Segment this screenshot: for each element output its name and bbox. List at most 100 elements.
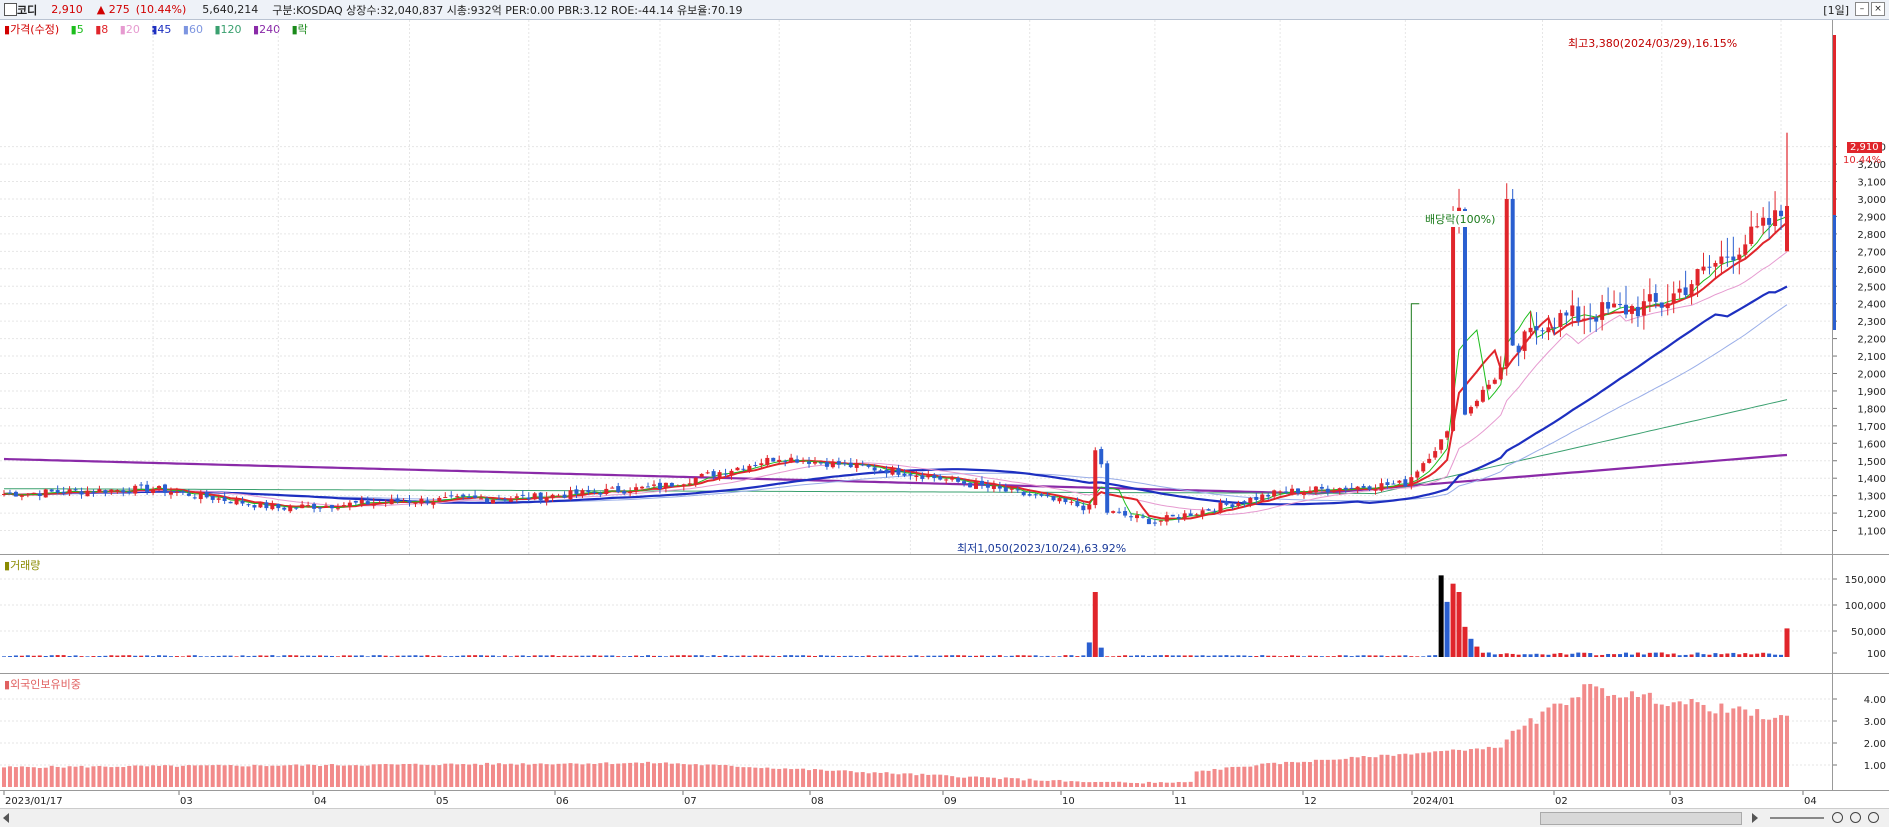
candle-body <box>812 461 817 464</box>
foreign-bar <box>1135 783 1140 787</box>
foreign-bar <box>455 764 460 787</box>
candle-body <box>878 470 883 472</box>
foreign-bar <box>1111 781 1116 787</box>
candle-body <box>789 457 794 463</box>
candle-body <box>502 499 507 501</box>
foreign-bar <box>1540 711 1545 787</box>
candle-body <box>1194 514 1199 516</box>
volume-bar <box>276 656 281 657</box>
candle-body <box>1099 449 1104 465</box>
foreign-bar <box>1278 764 1283 787</box>
scroll-right-arrow-icon[interactable] <box>1752 813 1758 823</box>
volume-bar <box>341 655 346 657</box>
candle-body <box>252 505 257 508</box>
candle-body <box>168 492 173 495</box>
volume-bar <box>37 655 42 657</box>
foreign-chart[interactable] <box>0 674 1832 790</box>
candle-body <box>681 484 686 487</box>
foreign-bar <box>628 762 633 787</box>
foreign-bar <box>180 765 185 787</box>
foreign-bar <box>490 764 495 787</box>
minimize-icon[interactable]: – <box>1855 2 1869 16</box>
candle-body <box>1582 318 1587 321</box>
candle-body <box>1588 318 1593 320</box>
candle-body <box>1355 486 1360 490</box>
volume-bar <box>580 655 585 657</box>
volume-bar <box>1427 655 1432 657</box>
foreign-bar <box>216 764 221 787</box>
foreign-bar <box>681 764 686 787</box>
zoom-reset-icon[interactable] <box>1868 812 1879 823</box>
candle-body <box>1224 501 1229 505</box>
volume-bar <box>640 656 645 657</box>
candle-body <box>508 498 513 502</box>
candle-body <box>628 492 633 494</box>
candle-body <box>1439 439 1444 450</box>
volume-bar <box>1337 655 1342 657</box>
candle-body <box>1266 494 1271 497</box>
price-chart[interactable] <box>0 20 1832 554</box>
scroll-thumb[interactable] <box>1540 812 1742 825</box>
zoom-out-icon[interactable] <box>1832 812 1843 823</box>
zoom-in-icon[interactable] <box>1850 812 1861 823</box>
candle-body <box>1433 451 1438 458</box>
candle-body <box>944 479 949 481</box>
select-checkbox[interactable] <box>4 3 17 16</box>
candle-body <box>1462 209 1467 415</box>
volume-bar <box>1677 655 1682 657</box>
foreign-bar <box>1260 763 1265 787</box>
candle-body <box>687 483 692 485</box>
volume-bar <box>467 655 472 657</box>
volume-bar <box>669 655 674 657</box>
foreign-bar <box>1701 704 1706 787</box>
ma120-line <box>4 399 1788 495</box>
candle-body <box>1367 486 1372 490</box>
volume-bar <box>228 655 233 657</box>
volume-chart[interactable] <box>0 555 1832 673</box>
foreign-bar <box>1641 694 1646 787</box>
foreign-bar <box>258 765 263 787</box>
volume-bar <box>944 655 949 657</box>
volume-bar <box>1594 655 1599 657</box>
foreign-bar <box>962 777 967 787</box>
foreign-bar <box>1707 711 1712 787</box>
candle-body <box>920 475 925 479</box>
candle-body <box>163 484 168 493</box>
foreign-bar <box>622 763 627 787</box>
foreign-bar <box>377 764 382 787</box>
foreign-bar <box>145 766 150 787</box>
period-button[interactable]: [1일] <box>1823 2 1849 18</box>
candle-body <box>1015 489 1020 491</box>
foreign-bar <box>359 765 364 787</box>
candle-body <box>449 495 454 497</box>
foreign-bar <box>133 765 138 787</box>
foreign-bar <box>884 772 889 787</box>
x-tick-label: 07 <box>684 796 697 807</box>
close-icon[interactable]: × <box>1871 2 1885 16</box>
volume-bar <box>997 655 1002 657</box>
chart-scrollbar[interactable] <box>0 808 1889 827</box>
candle-body <box>1254 496 1259 500</box>
volume-bar <box>1105 656 1110 657</box>
candle-body <box>771 457 776 462</box>
candle-body <box>222 497 227 501</box>
foreign-bar <box>586 763 591 787</box>
volume-bar <box>1564 654 1569 657</box>
scroll-left-arrow-icon[interactable] <box>3 813 9 823</box>
ma8-line <box>3 221 1788 520</box>
candle-body <box>777 459 782 462</box>
candle-body <box>485 498 490 503</box>
foreign-bar <box>795 768 800 787</box>
zoom-slider[interactable] <box>1770 817 1824 819</box>
foreign-bar <box>1224 767 1229 787</box>
candle-body <box>1337 488 1342 491</box>
volume-bar <box>1737 654 1742 657</box>
candle-body <box>908 474 913 476</box>
candle-body <box>455 496 460 498</box>
foreign-bar <box>73 766 78 787</box>
foreign-bar <box>1606 695 1611 787</box>
foreign-bar <box>1218 769 1223 787</box>
volume-bar <box>717 655 722 657</box>
foreign-bar <box>610 764 615 787</box>
volume-bar <box>723 655 728 657</box>
